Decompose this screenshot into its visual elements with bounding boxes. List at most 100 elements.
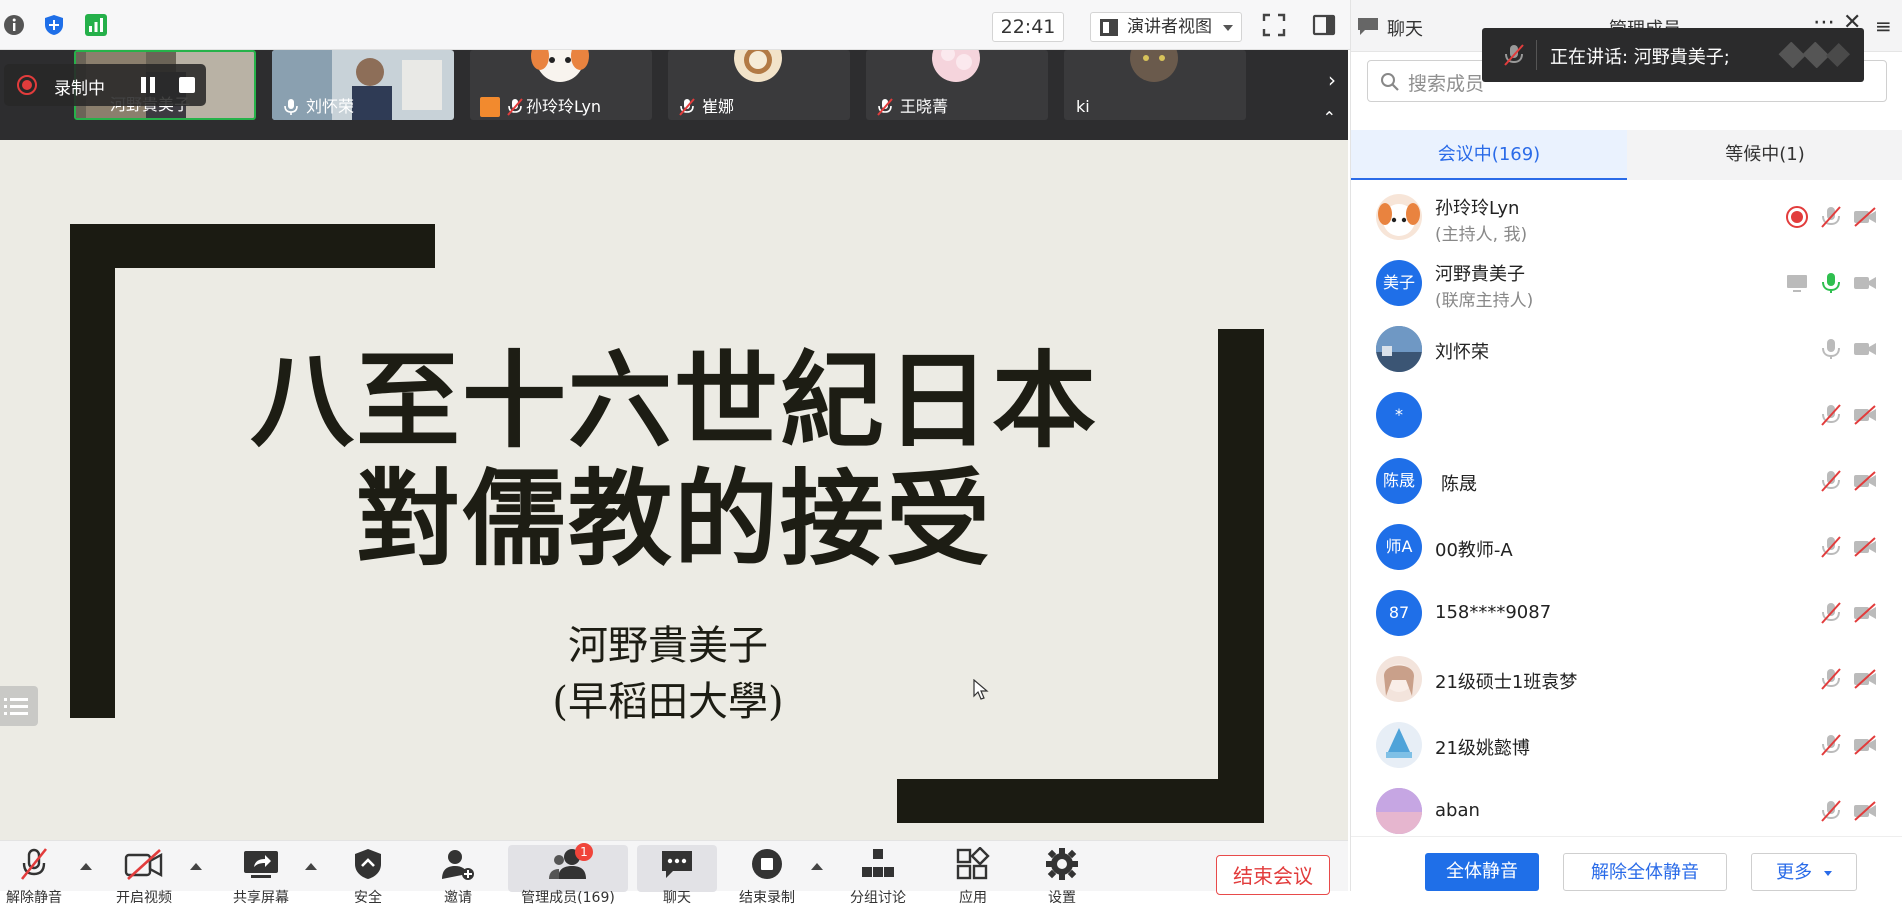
- microphone-muted-icon[interactable]: [1819, 403, 1843, 427]
- cartoon-dog-avatar: [531, 50, 589, 82]
- member-row[interactable]: aban: [1351, 778, 1902, 836]
- microphone-muted-icon[interactable]: [1819, 205, 1843, 229]
- share-options-chevron-icon[interactable]: [305, 863, 317, 870]
- stop-recording-icon[interactable]: [178, 76, 196, 94]
- member-row[interactable]: 87 158****9087: [1351, 580, 1902, 646]
- chat-tab-label[interactable]: 聊天: [1387, 15, 1423, 41]
- microphone-muted-icon[interactable]: [1819, 601, 1843, 625]
- video-tile-liu[interactable]: 刘怀荣: [272, 50, 454, 120]
- breakout-rooms-icon: [862, 849, 894, 877]
- breakout-rooms-button[interactable]: 分组讨论: [838, 845, 918, 906]
- member-name: 158****9087: [1435, 602, 1552, 623]
- audio-options-chevron-icon[interactable]: [80, 863, 92, 870]
- chevron-right-icon[interactable]: ›: [1328, 68, 1336, 92]
- record-options-chevron-icon[interactable]: [811, 863, 823, 870]
- cat-avatar: [1130, 50, 1178, 82]
- chat-icon: [1358, 18, 1378, 35]
- panel-footer: 全体静音 解除全体静音 更多: [1351, 836, 1902, 891]
- recording-dot-icon: [1786, 206, 1808, 228]
- fullscreen-icon[interactable]: [1262, 13, 1286, 37]
- toolbar-label: 邀请: [444, 890, 472, 906]
- share-screen-icon: [244, 851, 278, 878]
- camera-off-icon[interactable]: [1853, 469, 1877, 493]
- microphone-active-icon[interactable]: [1819, 271, 1843, 295]
- tab-in-meeting[interactable]: 会议中(169): [1351, 130, 1627, 180]
- security-shield-icon[interactable]: [42, 13, 66, 37]
- microphone-muted-icon[interactable]: [1819, 799, 1843, 823]
- chat-icon: [662, 851, 692, 878]
- video-tile-ki[interactable]: ki: [1064, 50, 1246, 120]
- camera-off-icon[interactable]: [1853, 601, 1877, 625]
- camera-icon[interactable]: [1853, 271, 1877, 295]
- start-video-button[interactable]: 开启视频: [104, 845, 184, 906]
- toolbar-label: 应用: [959, 890, 987, 906]
- member-row[interactable]: 孙玲玲Lyn (主持人, 我): [1351, 184, 1902, 250]
- toolbar-label: 分组讨论: [850, 890, 906, 906]
- speaker-thumbnail: [1778, 42, 1851, 68]
- recording-label: 录制中: [54, 79, 105, 99]
- member-row[interactable]: 21级硕士1班袁梦: [1351, 646, 1902, 712]
- video-options-chevron-icon[interactable]: [190, 863, 202, 870]
- chat-button[interactable]: 聊天: [637, 845, 717, 906]
- slide-list-button[interactable]: [0, 686, 38, 726]
- network-signal-icon[interactable]: [84, 13, 108, 37]
- member-row[interactable]: 陈晟 陈晟: [1351, 448, 1902, 514]
- recording-indicator: 录制中: [4, 64, 206, 106]
- member-name: 00教师-A: [1435, 540, 1513, 561]
- avatar: 美子: [1376, 260, 1422, 306]
- video-tile-sun[interactable]: 孙玲玲Lyn: [470, 50, 652, 120]
- member-row[interactable]: 师A 00教师-A: [1351, 514, 1902, 580]
- microphone-muted-icon[interactable]: [1819, 535, 1843, 559]
- member-name: 21级硕士1班袁梦: [1435, 672, 1578, 693]
- camera-off-icon[interactable]: [1853, 403, 1877, 427]
- stop-recording-button[interactable]: 结束录制: [727, 845, 807, 906]
- manage-members-button[interactable]: 管理成员(169): [508, 845, 628, 906]
- info-icon[interactable]: [2, 13, 26, 37]
- video-tile-wang[interactable]: 王晓菁: [866, 50, 1048, 120]
- slide-bracket-bottom: [897, 779, 1264, 823]
- speaker-view-icon: [1100, 19, 1118, 36]
- unmute-all-button[interactable]: 解除全体静音: [1563, 853, 1727, 891]
- search-icon: [1381, 73, 1399, 91]
- avatar: [1376, 194, 1422, 240]
- member-tabs: 会议中(169) 等候中(1): [1351, 130, 1902, 180]
- camera-icon[interactable]: [1853, 337, 1877, 361]
- list-icon: [4, 698, 28, 715]
- camera-off-icon[interactable]: [1853, 733, 1877, 757]
- more-options-button[interactable]: 更多: [1751, 853, 1857, 891]
- pause-recording-icon[interactable]: [138, 75, 158, 95]
- tile-name: 刘怀荣: [306, 97, 355, 116]
- slide-title-line-1: 八至十六世紀日本: [249, 339, 1098, 462]
- chevron-down-icon: [1223, 25, 1233, 31]
- view-mode-dropdown[interactable]: 演讲者视图: [1090, 12, 1242, 42]
- microphone-muted-icon[interactable]: [1819, 667, 1843, 691]
- member-row[interactable]: 21级姚懿博: [1351, 712, 1902, 778]
- video-tile-cui[interactable]: 崔娜: [668, 50, 850, 120]
- mute-all-button[interactable]: 全体静音: [1425, 853, 1539, 891]
- end-meeting-button[interactable]: 结束会议: [1216, 855, 1330, 895]
- invite-button[interactable]: 邀请: [418, 845, 498, 906]
- microphone-icon[interactable]: [1819, 337, 1843, 361]
- shield-icon: [355, 849, 381, 879]
- menu-icon[interactable]: ≡: [1875, 14, 1892, 38]
- member-row[interactable]: *: [1351, 382, 1902, 448]
- camera-off-icon[interactable]: [1853, 667, 1877, 691]
- unmute-button[interactable]: 解除静音: [0, 845, 74, 906]
- speaking-text: 正在讲话: 河野貴美子;: [1550, 47, 1730, 68]
- microphone-muted-icon[interactable]: [1819, 469, 1843, 493]
- security-button[interactable]: 安全: [328, 845, 408, 906]
- camera-off-icon[interactable]: [1853, 799, 1877, 823]
- settings-button[interactable]: 设置: [1022, 845, 1102, 906]
- tab-waiting-room[interactable]: 等候中(1): [1627, 130, 1902, 180]
- collapse-strip-icon[interactable]: ⌃: [1323, 108, 1336, 127]
- member-row[interactable]: 刘怀荣: [1351, 316, 1902, 382]
- camera-off-icon[interactable]: [1853, 205, 1877, 229]
- camera-off-icon[interactable]: [1853, 535, 1877, 559]
- tile-name: 崔娜: [702, 97, 735, 116]
- apps-button[interactable]: 应用: [933, 845, 1013, 906]
- toggle-side-panel-icon[interactable]: [1312, 13, 1336, 37]
- microphone-muted-icon[interactable]: [1819, 733, 1843, 757]
- slide-author: 河野貴美子: [568, 623, 768, 669]
- share-screen-button[interactable]: 共享屏幕: [221, 845, 301, 906]
- member-row[interactable]: 美子 河野貴美子 (联席主持人): [1351, 250, 1902, 316]
